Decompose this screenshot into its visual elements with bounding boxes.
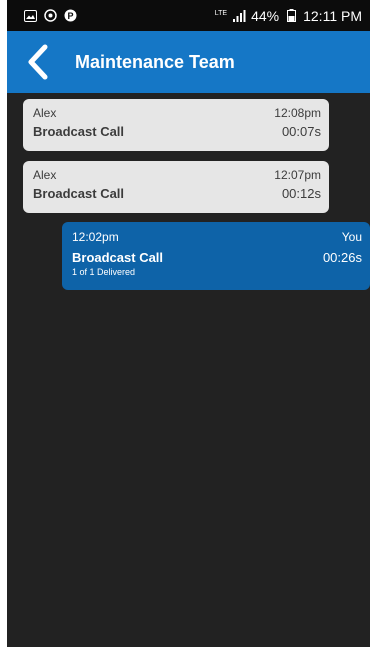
status-right-icons: LTE 44% 12:11 PM [215, 8, 362, 24]
message-bubble-incoming[interactable]: Alex 12:07pm Broadcast Call 00:12s [23, 161, 329, 213]
status-left-icons: P [23, 9, 77, 23]
status-bar: P LTE 44% 12:11 PM [7, 0, 370, 31]
battery-icon [284, 9, 298, 23]
back-arrow-icon [28, 44, 48, 80]
message-bubble-outgoing[interactable]: 12:02pm You Broadcast Call 00:26s 1 of 1… [62, 222, 370, 290]
message-time: 12:02pm [72, 230, 119, 244]
signal-icon [232, 9, 246, 23]
battery-percent: 44% [251, 7, 280, 24]
page-title: Maintenance Team [75, 51, 235, 72]
message-duration: 00:26s [322, 250, 362, 265]
back-button[interactable] [23, 42, 53, 82]
svg-text:P: P [67, 11, 73, 21]
delivery-status: 1 of 1 Delivered [72, 267, 136, 277]
message-sender: Alex [33, 106, 57, 120]
app-header: Maintenance Team [7, 31, 370, 93]
message-duration: 00:12s [281, 186, 321, 201]
message-time: 12:08pm [274, 106, 321, 120]
message-title: Broadcast Call [33, 186, 125, 201]
phone-screen: P LTE 44% 12:11 PM Maintenance Team Alex [7, 0, 370, 647]
message-sender: Alex [33, 168, 57, 182]
image-notification-icon [23, 9, 37, 23]
message-time: 12:07pm [274, 168, 321, 182]
message-title: Broadcast Call [33, 124, 125, 139]
clock: 12:11 PM [303, 7, 362, 24]
sync-notification-icon [43, 9, 57, 23]
message-sender: You [341, 230, 362, 244]
parking-notification-icon: P [63, 9, 77, 23]
message-duration: 00:07s [281, 124, 321, 139]
message-bubble-incoming[interactable]: Alex 12:08pm Broadcast Call 00:07s [23, 99, 329, 151]
message-title: Broadcast Call [72, 250, 164, 265]
network-type-label: LTE [214, 10, 228, 17]
